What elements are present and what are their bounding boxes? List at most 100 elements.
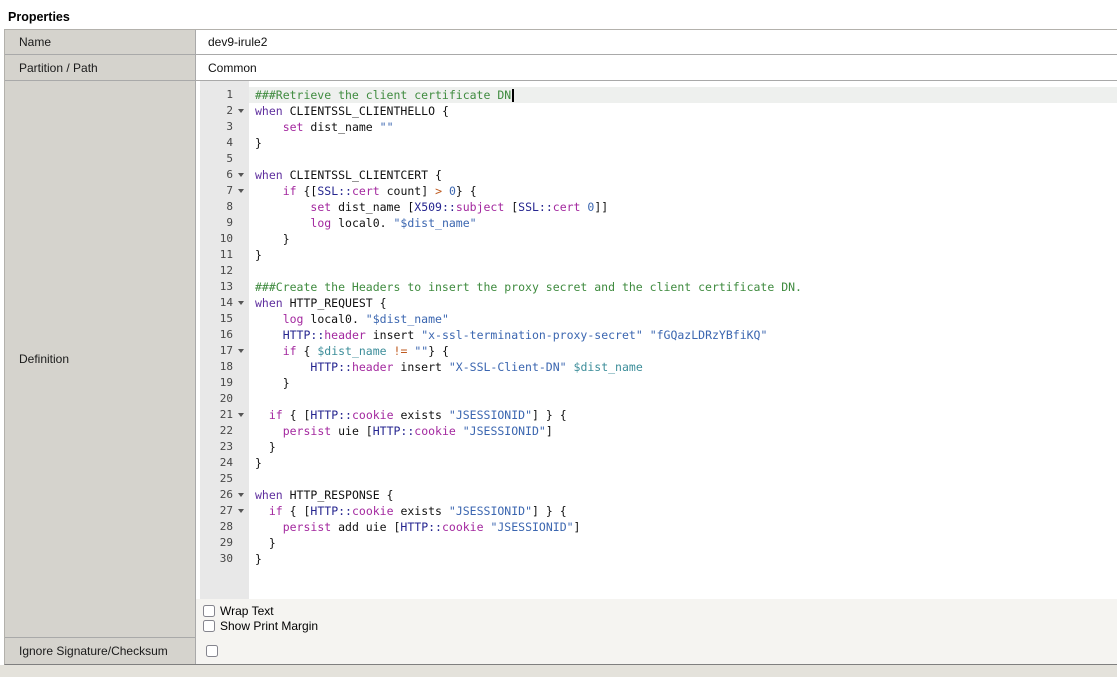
fold-spacer — [233, 327, 249, 343]
fold-spacer — [233, 455, 249, 471]
editor-line[interactable]: 15 log local0. "$dist_name" — [196, 311, 1117, 327]
fold-spacer — [233, 359, 249, 375]
code-text: } — [249, 535, 1117, 551]
editor-line[interactable]: 1###Retrieve the client certificate DN — [196, 87, 1117, 103]
editor-line[interactable]: 3 set dist_name "" — [196, 119, 1117, 135]
editor-line[interactable]: 21 if { [HTTP::cookie exists "JSESSIONID… — [196, 407, 1117, 423]
show-print-margin-checkbox[interactable] — [203, 620, 215, 632]
ignore-signature-checkbox[interactable] — [206, 645, 218, 657]
editor-line[interactable]: 9 log local0. "$dist_name" — [196, 215, 1117, 231]
line-number: 6 — [200, 167, 233, 183]
editor-line[interactable]: 23 } — [196, 439, 1117, 455]
page-title: Properties — [0, 0, 1117, 29]
editor-line[interactable]: 24} — [196, 455, 1117, 471]
wrap-text-checkbox[interactable] — [203, 605, 215, 617]
line-number: 22 — [200, 423, 233, 439]
line-number: 14 — [200, 295, 233, 311]
code-text: } — [249, 231, 1117, 247]
editor-line[interactable]: 5 — [196, 151, 1117, 167]
line-number: 27 — [200, 503, 233, 519]
editor-line[interactable]: 29 } — [196, 535, 1117, 551]
editor-line[interactable]: 8 set dist_name [X509::subject [SSL::cer… — [196, 199, 1117, 215]
line-number: 15 — [200, 311, 233, 327]
code-text: HTTP::header insert "x-ssl-termination-p… — [249, 327, 1117, 343]
code-text: } — [249, 455, 1117, 471]
fold-arrow-icon[interactable] — [233, 183, 249, 199]
definition-row-value: 1###Retrieve the client certificate DN2w… — [196, 81, 1117, 638]
editor-line[interactable]: 11} — [196, 247, 1117, 263]
editor-line[interactable]: 7 if {[SSL::cert count] > 0} { — [196, 183, 1117, 199]
editor-line[interactable]: 4} — [196, 135, 1117, 151]
editor-line[interactable]: 6when CLIENTSSL_CLIENTCERT { — [196, 167, 1117, 183]
line-number: 11 — [200, 247, 233, 263]
fold-spacer — [233, 375, 249, 391]
fold-spacer — [233, 263, 249, 279]
line-number: 3 — [200, 119, 233, 135]
code-text: when HTTP_REQUEST { — [249, 295, 1117, 311]
code-text: } — [249, 247, 1117, 263]
code-text: if {[SSL::cert count] > 0} { — [249, 183, 1117, 199]
fold-spacer — [233, 551, 249, 567]
line-number: 18 — [200, 359, 233, 375]
fold-spacer — [233, 311, 249, 327]
editor-line[interactable]: 16 HTTP::header insert "x-ssl-terminatio… — [196, 327, 1117, 343]
show-print-margin-option: Show Print Margin — [203, 618, 1117, 633]
fold-spacer — [233, 247, 249, 263]
editor-line[interactable]: 26 when HTTP_RESPONSE { — [196, 487, 1117, 503]
editor-line[interactable]: 12 — [196, 263, 1117, 279]
editor-line[interactable]: 28 persist add uie [HTTP::cookie "JSESSI… — [196, 519, 1117, 535]
fold-spacer — [233, 199, 249, 215]
line-number: 5 — [200, 151, 233, 167]
fold-spacer — [233, 215, 249, 231]
irule-code-editor[interactable]: 1###Retrieve the client certificate DN2w… — [196, 81, 1117, 599]
editor-line[interactable]: 25 — [196, 471, 1117, 487]
editor-line[interactable]: 18 HTTP::header insert "X-SSL-Client-DN"… — [196, 359, 1117, 375]
fold-spacer — [233, 231, 249, 247]
line-number: 13 — [200, 279, 233, 295]
editor-line[interactable]: 30} — [196, 551, 1117, 567]
text-cursor — [512, 89, 514, 102]
editor-line[interactable]: 10 } — [196, 231, 1117, 247]
line-number: 16 — [200, 327, 233, 343]
fold-arrow-icon[interactable] — [233, 343, 249, 359]
editor-line[interactable]: 17 if { $dist_name != ""} { — [196, 343, 1117, 359]
line-number: 1 — [200, 87, 233, 103]
fold-spacer — [233, 519, 249, 535]
line-number: 20 — [200, 391, 233, 407]
line-number: 28 — [200, 519, 233, 535]
fold-spacer — [233, 439, 249, 455]
code-text: } — [249, 135, 1117, 151]
code-text: when HTTP_RESPONSE { — [249, 487, 1117, 503]
fold-arrow-icon[interactable] — [233, 167, 249, 183]
code-text: HTTP::header insert "X-SSL-Client-DN" $d… — [249, 359, 1117, 375]
fold-arrow-icon[interactable] — [233, 503, 249, 519]
ignore-signature-label: Ignore Signature/Checksum — [5, 638, 196, 664]
fold-spacer — [233, 423, 249, 439]
line-number: 29 — [200, 535, 233, 551]
code-text: when CLIENTSSL_CLIENTHELLO { — [249, 103, 1117, 119]
editor-line[interactable]: 19 } — [196, 375, 1117, 391]
code-text: } — [249, 375, 1117, 391]
editor-line[interactable]: 14 when HTTP_REQUEST { — [196, 295, 1117, 311]
page-bottom-band — [0, 665, 1117, 677]
line-number: 8 — [200, 199, 233, 215]
fold-spacer — [233, 135, 249, 151]
editor-line[interactable]: 13###Create the Headers to insert the pr… — [196, 279, 1117, 295]
line-number: 23 — [200, 439, 233, 455]
fold-arrow-icon[interactable] — [233, 487, 249, 503]
fold-arrow-icon[interactable] — [233, 407, 249, 423]
fold-spacer — [233, 471, 249, 487]
fold-spacer — [233, 391, 249, 407]
editor-line[interactable]: 2when CLIENTSSL_CLIENTHELLO { — [196, 103, 1117, 119]
editor-line[interactable]: 20 — [196, 391, 1117, 407]
partition-row-value: Common — [196, 55, 1117, 81]
code-text: if { $dist_name != ""} { — [249, 343, 1117, 359]
code-text: set dist_name "" — [249, 119, 1117, 135]
line-number: 26 — [200, 487, 233, 503]
fold-arrow-icon[interactable] — [233, 295, 249, 311]
editor-line[interactable]: 22 persist uie [HTTP::cookie "JSESSIONID… — [196, 423, 1117, 439]
editor-line[interactable]: 27 if { [HTTP::cookie exists "JSESSIONID… — [196, 503, 1117, 519]
show-print-margin-label: Show Print Margin — [220, 619, 318, 633]
fold-arrow-icon[interactable] — [233, 103, 249, 119]
line-number: 9 — [200, 215, 233, 231]
